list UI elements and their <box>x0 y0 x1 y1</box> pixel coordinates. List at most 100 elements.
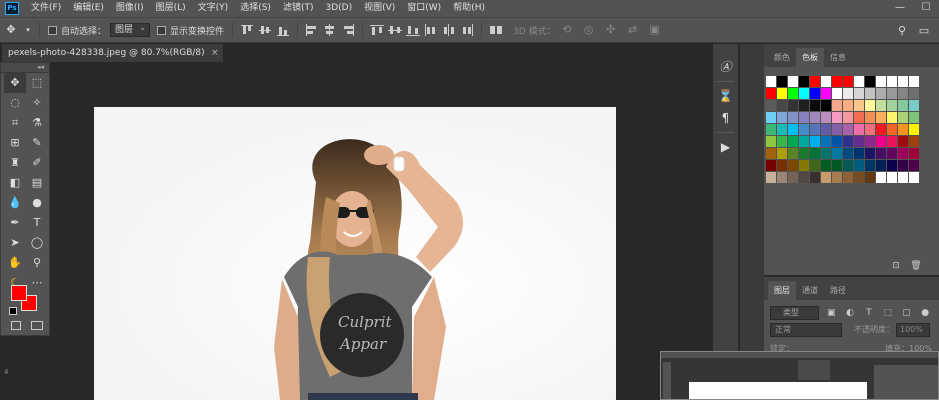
color-swatch[interactable] <box>777 148 787 159</box>
canvas-area[interactable]: Culprit Appar <box>50 62 711 400</box>
color-swatch[interactable] <box>799 100 809 111</box>
color-swatch[interactable] <box>898 124 908 135</box>
color-swatch[interactable] <box>887 124 897 135</box>
color-swatch[interactable] <box>777 100 787 111</box>
blur-tool-icon[interactable]: 💧 <box>4 193 26 213</box>
color-swatch[interactable] <box>854 172 864 183</box>
menu-type[interactable]: 文字(Y) <box>192 0 235 17</box>
distribute-right-icon[interactable] <box>459 23 475 37</box>
color-swatch[interactable] <box>876 88 886 99</box>
filter-smart-object-icon[interactable]: ▢ <box>899 306 913 320</box>
type-tool-icon[interactable]: T <box>26 213 48 233</box>
color-swatch[interactable] <box>854 160 864 171</box>
color-swatch[interactable] <box>821 136 831 147</box>
color-swatch[interactable] <box>810 148 820 159</box>
filter-pixel-icon[interactable]: ▣ <box>824 306 838 320</box>
color-swatch[interactable] <box>766 136 776 147</box>
color-swatch[interactable] <box>766 100 776 111</box>
eyedropper-tool-icon[interactable]: ⚗ <box>26 113 48 133</box>
align-bottom-icon[interactable] <box>275 23 291 37</box>
color-swatch[interactable] <box>876 124 886 135</box>
color-swatch[interactable] <box>898 148 908 159</box>
color-swatch[interactable] <box>898 88 908 99</box>
color-swatch[interactable] <box>799 124 809 135</box>
distribute-left-icon[interactable] <box>423 23 439 37</box>
tab-info[interactable]: 信息 <box>824 48 852 67</box>
color-swatch[interactable] <box>766 172 776 183</box>
color-swatch[interactable] <box>766 112 776 123</box>
color-swatch[interactable] <box>887 112 897 123</box>
menu-view[interactable]: 视图(V) <box>358 0 401 17</box>
tool-preset-dropdown-icon[interactable]: ▾ <box>24 21 32 39</box>
color-swatch[interactable] <box>766 148 776 159</box>
filter-type-icon[interactable]: T <box>862 306 876 320</box>
color-swatch[interactable] <box>777 88 787 99</box>
menu-image[interactable]: 图像(I) <box>110 0 150 17</box>
distribute-vertical-center-icon[interactable] <box>387 23 403 37</box>
color-swatch[interactable] <box>832 100 842 111</box>
color-swatch[interactable] <box>843 88 853 99</box>
menu-file[interactable]: 文件(F) <box>25 0 67 17</box>
color-swatch[interactable] <box>821 112 831 123</box>
color-swatch[interactable] <box>887 76 897 87</box>
color-swatch[interactable] <box>876 100 886 111</box>
color-swatch[interactable] <box>876 148 886 159</box>
align-left-icon[interactable] <box>304 23 320 37</box>
color-swatch[interactable] <box>821 160 831 171</box>
quick-mask-icon[interactable] <box>11 321 21 330</box>
color-swatch[interactable] <box>766 160 776 171</box>
new-swatch-icon[interactable]: ⊡ <box>889 260 903 272</box>
color-swatch[interactable] <box>777 160 787 171</box>
color-swatch[interactable] <box>843 76 853 87</box>
layer-filter-select[interactable]: 类型 <box>770 306 820 320</box>
color-swatch[interactable] <box>821 172 831 183</box>
tab-layers[interactable]: 图层 <box>768 281 796 300</box>
auto-select-target-select[interactable]: 图层 <box>110 22 151 37</box>
filter-adjustment-icon[interactable]: ◐ <box>843 306 857 320</box>
tab-color[interactable]: 颜色 <box>768 48 796 67</box>
menu-help[interactable]: 帮助(H) <box>447 0 491 17</box>
filter-toggle-icon[interactable]: ● <box>918 306 932 320</box>
color-swatch[interactable] <box>887 160 897 171</box>
workspace-icon[interactable]: ▭ <box>915 22 933 40</box>
color-swatch[interactable] <box>865 172 875 183</box>
color-swatch[interactable] <box>788 112 798 123</box>
document-canvas[interactable]: Culprit Appar <box>94 107 616 400</box>
filter-shape-icon[interactable]: ⬚ <box>881 306 895 320</box>
color-swatch[interactable] <box>854 112 864 123</box>
color-swatch[interactable] <box>821 148 831 159</box>
color-swatch[interactable] <box>843 160 853 171</box>
color-swatch[interactable] <box>810 112 820 123</box>
color-swatch[interactable] <box>799 88 809 99</box>
close-tab-icon[interactable]: × <box>211 44 219 62</box>
align-vertical-center-icon[interactable] <box>257 23 273 37</box>
color-swatch[interactable] <box>865 88 875 99</box>
toolbox-grip[interactable]: ◂◂ <box>1 63 49 73</box>
color-swatch[interactable] <box>898 76 908 87</box>
color-swatch[interactable] <box>788 88 798 99</box>
color-swatch[interactable] <box>832 136 842 147</box>
color-swatch[interactable] <box>887 136 897 147</box>
color-swatch[interactable] <box>821 76 831 87</box>
color-swatch[interactable] <box>832 88 842 99</box>
color-swatch[interactable] <box>865 148 875 159</box>
brush-tool-icon[interactable]: ✎ <box>26 133 48 153</box>
menu-3d[interactable]: 3D(D) <box>319 0 358 17</box>
show-transform-checkbox[interactable] <box>157 25 167 35</box>
3d-camera-icon[interactable]: ▣ <box>646 21 664 39</box>
color-swatch[interactable] <box>887 88 897 99</box>
search-icon[interactable]: ⚲ <box>893 22 911 40</box>
zoom-tool-icon[interactable]: ⚲ <box>26 253 48 273</box>
3d-slide-icon[interactable]: ⇄ <box>624 21 642 39</box>
align-top-icon[interactable] <box>239 23 255 37</box>
distribute-horizontal-center-icon[interactable] <box>441 23 457 37</box>
maximize-button[interactable]: ☐ <box>913 0 939 17</box>
color-swatch[interactable] <box>843 124 853 135</box>
marquee-tool-icon[interactable]: ⬚ <box>26 73 48 93</box>
3d-roll-icon[interactable]: ◎ <box>580 21 598 39</box>
color-swatch[interactable] <box>909 76 919 87</box>
color-swatch[interactable] <box>887 148 897 159</box>
color-swatch[interactable] <box>821 124 831 135</box>
auto-align-layers-icon[interactable] <box>488 23 504 37</box>
color-swatch[interactable] <box>865 100 875 111</box>
